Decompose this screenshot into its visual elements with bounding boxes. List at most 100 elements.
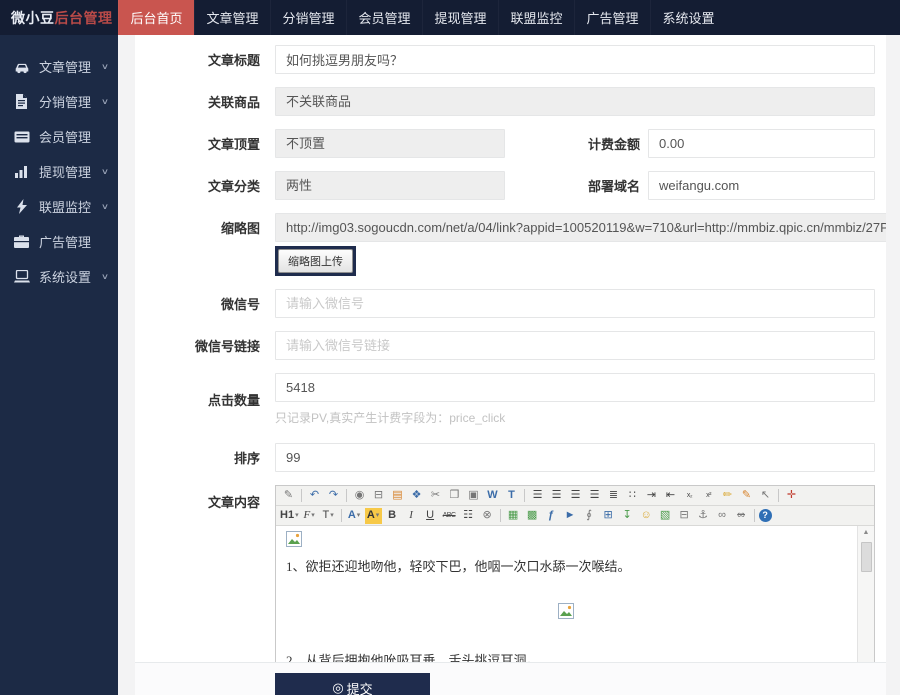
insert-image-icon[interactable]: ▦ <box>505 508 522 524</box>
quick-format-icon[interactable]: ✎ <box>738 488 755 504</box>
align-center-icon[interactable]: ☰ <box>548 488 565 504</box>
align-left-icon[interactable]: ☰ <box>529 488 546 504</box>
article-title-input[interactable] <box>275 45 875 74</box>
remove-format-icon[interactable]: ⊗ <box>479 508 496 524</box>
paste-text-icon[interactable]: T <box>503 488 520 504</box>
wechat-id-input[interactable] <box>275 289 875 318</box>
heading-format-icon[interactable]: H1▾ <box>280 508 299 524</box>
redo-icon[interactable]: ↷ <box>325 488 342 504</box>
click-count-input[interactable] <box>275 373 875 402</box>
subscript-icon[interactable]: x₂ <box>681 488 698 504</box>
paste-word-icon[interactable]: W <box>484 488 501 504</box>
bar-chart-icon <box>13 164 30 180</box>
chevron-down-icon: ∨ <box>101 272 109 281</box>
underline-icon[interactable]: U <box>422 508 439 524</box>
sort-order-input[interactable] <box>275 443 875 472</box>
sidebar-item-label: 广告管理 <box>39 232 91 251</box>
submit-button[interactable]: ◎ 提交 <box>275 673 430 695</box>
tab-home[interactable]: 后台首页 <box>118 0 194 35</box>
page-break-icon[interactable]: ⊟ <box>676 508 693 524</box>
sidebar-item-label: 提现管理 <box>39 162 91 181</box>
bold-icon[interactable]: B <box>384 508 401 524</box>
editor-scrollbar[interactable]: ▲ ▼ <box>857 526 874 662</box>
file-icon <box>13 94 30 110</box>
tab-system-settings[interactable]: 系统设置 <box>650 0 726 35</box>
form-row-related-product: 关联商品 不关联商品 <box>135 87 886 116</box>
table-icon[interactable]: ⊞ <box>600 508 617 524</box>
about-icon[interactable]: ? <box>759 509 772 522</box>
wechat-link-input[interactable] <box>275 331 875 360</box>
tab-article-mgmt[interactable]: 文章管理 <box>194 0 270 35</box>
thumbnail-upload-wrapper[interactable]: 缩略图上传 <box>275 246 356 276</box>
tab-withdraw-mgmt[interactable]: 提现管理 <box>422 0 498 35</box>
article-top-field[interactable]: 不顶置 <box>275 129 505 158</box>
code-icon[interactable]: ❖ <box>408 488 425 504</box>
copy-icon[interactable]: ❐ <box>446 488 463 504</box>
tab-alliance-monitor[interactable]: 联盟监控 <box>498 0 574 35</box>
flash-icon[interactable]: ƒ <box>543 508 560 524</box>
indent-icon[interactable]: ⇥ <box>643 488 660 504</box>
sidebar-item-withdraw-mgmt[interactable]: 提现管理 ∨ <box>0 154 118 189</box>
format-painter-icon[interactable]: ✏ <box>719 488 736 504</box>
highlight-color-icon[interactable]: A▾ <box>365 508 382 524</box>
align-right-icon[interactable]: ☰ <box>567 488 584 504</box>
thumbnail-upload-button[interactable]: 缩略图上传 <box>278 249 353 273</box>
insert-hr-icon[interactable]: ↧ <box>619 508 636 524</box>
link-icon[interactable]: ∞ <box>714 508 731 524</box>
media-icon[interactable]: ► <box>562 508 579 524</box>
preview-icon[interactable]: ◉ <box>351 488 368 504</box>
attachment-icon[interactable]: ∮ <box>581 508 598 524</box>
sidebar-item-article-mgmt[interactable]: 文章管理 ∨ <box>0 49 118 84</box>
deploy-domain-input[interactable] <box>648 171 875 200</box>
tab-member-mgmt[interactable]: 会员管理 <box>346 0 422 35</box>
sidebar-item-member-mgmt[interactable]: 会员管理 <box>0 119 118 154</box>
ordered-list-icon[interactable]: ≣ <box>605 488 622 504</box>
related-product-field[interactable]: 不关联商品 <box>275 87 875 116</box>
sidebar-item-ad-mgmt[interactable]: 广告管理 <box>0 224 118 259</box>
form-row-sort-order: 排序 <box>135 443 886 472</box>
image-map-icon[interactable]: ▧ <box>657 508 674 524</box>
outdent-icon[interactable]: ⇤ <box>662 488 679 504</box>
toolbar-separator <box>754 509 755 522</box>
article-category-field[interactable]: 两性 <box>275 171 505 200</box>
fullscreen-icon[interactable]: ✛ <box>783 488 800 504</box>
thumbnail-url-field[interactable]: http://img03.sogoucdn.com/net/a/04/link?… <box>275 213 886 242</box>
sidebar-item-system-settings[interactable]: 系统设置 ∨ <box>0 259 118 294</box>
form-panel: 文章标题 关联商品 不关联商品 文章顶置 不顶置 计费金额 <box>135 35 886 695</box>
app-logo: 微小豆后台管理 <box>0 0 118 35</box>
thumbnail-label: 缩略图 <box>135 218 260 237</box>
undo-icon[interactable]: ↶ <box>306 488 323 504</box>
sidebar-item-distribution-mgmt[interactable]: 分销管理 ∨ <box>0 84 118 119</box>
print-icon[interactable]: ⊟ <box>370 488 387 504</box>
multi-image-icon[interactable]: ▩ <box>524 508 541 524</box>
select-all-icon[interactable]: ↖ <box>757 488 774 504</box>
tab-ad-mgmt[interactable]: 广告管理 <box>574 0 650 35</box>
tab-distribution-mgmt[interactable]: 分销管理 <box>270 0 346 35</box>
line-height-icon[interactable]: ☷ <box>460 508 477 524</box>
emoticon-icon[interactable]: ☺ <box>638 508 655 524</box>
editor-paragraph: 1、欲拒还迎地吻他，轻咬下巴，他咽一次口水舔一次喉结。 <box>286 558 846 576</box>
sidebar-item-alliance-monitor[interactable]: 联盟监控 ∨ <box>0 189 118 224</box>
unlink-icon[interactable]: ∞ <box>733 508 750 524</box>
template-icon[interactable]: ▤ <box>389 488 406 504</box>
editor-toolbar-row: H1▾F▾T▾A▾A▾BIUABC☷⊗▦▩ƒ►∮⊞↧☺▧⊟⚓∞∞? <box>276 506 874 526</box>
superscript-icon[interactable]: x² <box>700 488 717 504</box>
source-icon[interactable]: ✎ <box>280 488 297 504</box>
strikethrough-icon[interactable]: ABC <box>441 508 458 524</box>
align-justify-icon[interactable]: ☰ <box>586 488 603 504</box>
cut-icon[interactable]: ✂ <box>427 488 444 504</box>
scrollbar-thumb[interactable] <box>861 542 872 572</box>
anchor-icon[interactable]: ⚓ <box>695 508 712 524</box>
font-size-icon[interactable]: T▾ <box>320 508 337 524</box>
editor-content-area[interactable]: 1、欲拒还迎地吻他，轻咬下巴，他咽一次口水舔一次喉结。 2、从背后拥抱他吮吸耳垂… <box>276 526 874 662</box>
form-row-click-count: 点击数量 只记录PV,真实产生计费字段为：price_click <box>135 373 886 426</box>
billing-amount-input[interactable] <box>648 129 875 158</box>
unordered-list-icon[interactable]: ∷ <box>624 488 641 504</box>
paste-icon[interactable]: ▣ <box>465 488 482 504</box>
dropdown-caret-icon: ▾ <box>357 512 361 519</box>
text-color-icon[interactable]: A▾ <box>346 508 363 524</box>
scroll-up-icon[interactable]: ▲ <box>863 526 870 540</box>
italic-icon[interactable]: I <box>403 508 420 524</box>
sidebar-item-label: 分销管理 <box>39 92 91 111</box>
font-family-icon[interactable]: F▾ <box>301 508 318 524</box>
